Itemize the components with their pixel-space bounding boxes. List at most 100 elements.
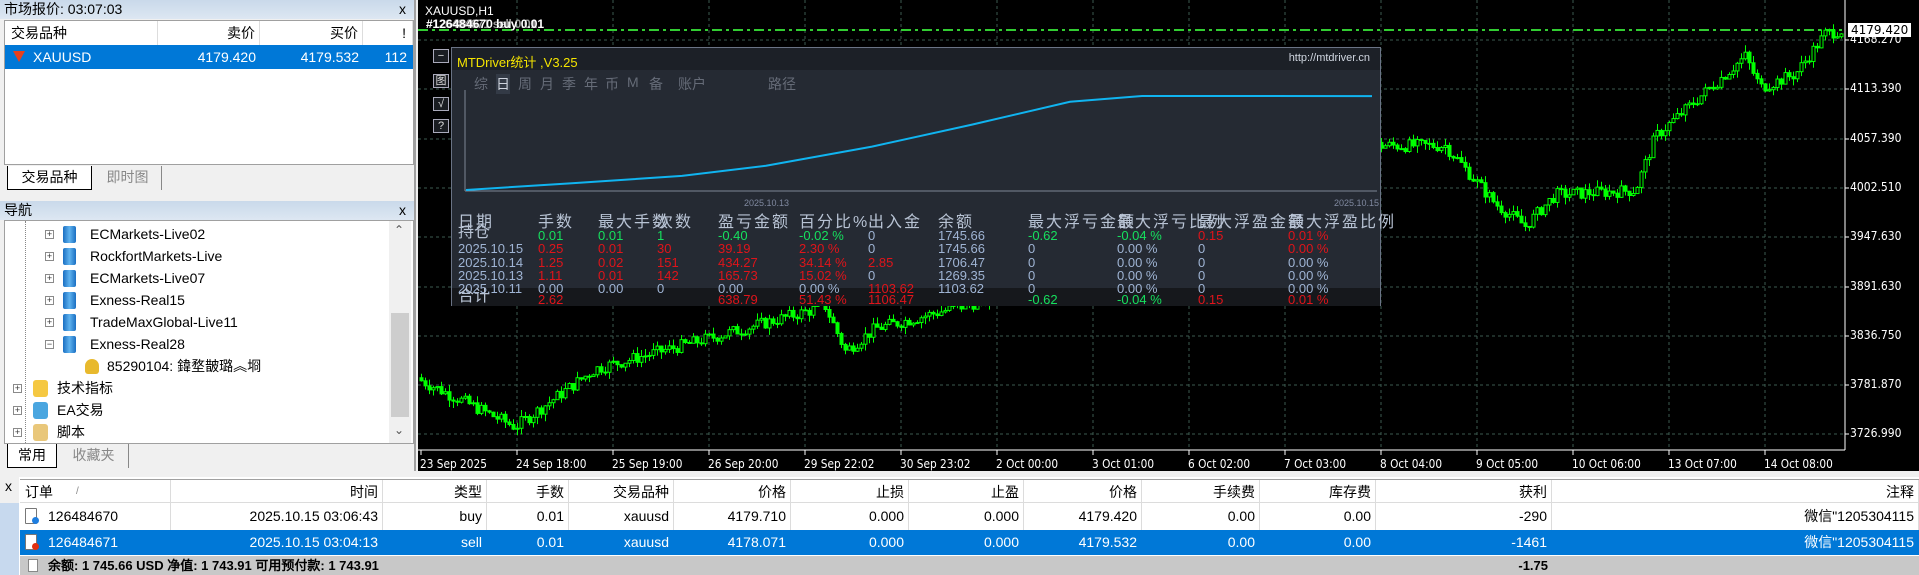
col-bid[interactable]: 卖价 — [158, 21, 260, 45]
server-name: ECMarkets-Live07 — [90, 270, 206, 286]
close-icon[interactable]: x — [5, 478, 12, 494]
candle-body — [451, 399, 456, 402]
candle-body — [559, 390, 564, 399]
market-watch-row[interactable]: XAUUSD 4179.420 4179.532 112 — [5, 45, 413, 69]
server-name: Exness-Real28 — [90, 336, 185, 352]
candle-body — [767, 318, 772, 329]
chart-toggle-button[interactable]: 图 — [433, 74, 449, 88]
candle-body — [607, 361, 612, 373]
candle-body — [875, 323, 880, 328]
column-header-9[interactable]: 手续费 — [1142, 480, 1260, 504]
expand-icon[interactable]: + — [13, 384, 22, 393]
panel-url[interactable]: http://mtdriver.cn — [1289, 52, 1370, 64]
candle-body — [1583, 189, 1588, 199]
expand-icon[interactable]: + — [45, 274, 54, 283]
candle-body — [735, 326, 740, 335]
expand-icon[interactable]: + — [45, 318, 54, 327]
candle-body — [1735, 62, 1740, 72]
stats-cell: 0 — [1028, 241, 1036, 257]
candle-body — [803, 309, 808, 312]
candle-body — [599, 366, 604, 373]
server-icon — [63, 314, 76, 331]
candle-body — [615, 360, 620, 366]
help-button[interactable]: ? — [433, 119, 449, 133]
candle-body — [563, 388, 568, 399]
equity-curve — [464, 90, 1377, 192]
candle-body — [1435, 146, 1440, 152]
column-header-0[interactable]: 订单 — [20, 480, 171, 504]
candle-body — [499, 413, 504, 420]
column-header-8[interactable]: 价格 — [1024, 480, 1142, 504]
scrollbar[interactable]: ⌃ ⌄ — [389, 221, 411, 443]
candle-body — [455, 400, 460, 403]
candle-body — [427, 385, 432, 391]
candle-body — [1483, 182, 1488, 198]
stats-cell: 0 — [868, 228, 876, 243]
time-axis-label: 24 Sep 18:00 — [516, 457, 587, 471]
expand-icon[interactable]: + — [45, 230, 54, 239]
scrollbar-thumb[interactable] — [391, 313, 409, 417]
candle-body — [683, 339, 688, 343]
column-header-2[interactable]: 类型 — [383, 480, 487, 504]
column-header-1[interactable]: 时间 — [171, 480, 383, 504]
candle-body — [1391, 141, 1396, 146]
candle-body — [443, 391, 448, 395]
tab-tick-chart[interactable]: 即时图 — [94, 166, 162, 190]
candle-body — [1691, 102, 1696, 105]
column-header-4[interactable]: 交易品种 — [569, 480, 674, 504]
column-header-7[interactable]: 止盈 — [909, 480, 1024, 504]
column-header-6[interactable]: 止损 — [791, 480, 909, 504]
candle-body — [1587, 189, 1592, 196]
expand-icon[interactable]: + — [45, 296, 54, 305]
expand-icon[interactable]: − — [45, 340, 54, 349]
stats-cell: 0.01 — [598, 228, 624, 243]
panel-titlebar: MTDriver统计 ,V3.25 http://mtdriver.cn — [452, 48, 1380, 70]
scroll-down-icon[interactable]: ⌄ — [394, 423, 404, 437]
tab-symbols[interactable]: 交易品种 — [7, 166, 92, 190]
column-header-3[interactable]: 手数 — [487, 480, 569, 504]
candle-body — [1387, 141, 1392, 147]
col-symbol[interactable]: 交易品种 — [5, 21, 158, 45]
candle-body — [1643, 159, 1648, 173]
order-row[interactable]: 126484670 2025.10.15 03:06:43 buy 0.01 xauus… — [20, 504, 1919, 529]
order-cell: 2025.10.15 03:06:43 — [249, 508, 378, 524]
panel-tab[interactable]: M — [627, 74, 639, 90]
close-icon[interactable]: x — [399, 201, 406, 219]
candle-body — [791, 309, 796, 318]
col-ask[interactable]: 买价 — [260, 21, 363, 45]
expand-icon[interactable]: + — [45, 252, 54, 261]
server-name: ECMarkets-Live02 — [90, 226, 206, 242]
column-header-10[interactable]: 库存费 — [1260, 480, 1376, 504]
candle-body — [1531, 213, 1536, 228]
time-axis-label: 3 Oct 01:00 — [1092, 457, 1155, 471]
column-header-12[interactable]: 注释 — [1552, 480, 1919, 504]
chart-title: XAUUSD,H1 — [425, 4, 494, 18]
candle-body — [1819, 35, 1824, 49]
expand-icon[interactable]: + — [13, 406, 22, 415]
candle-body — [671, 345, 676, 350]
tab-common[interactable]: 常用 — [7, 444, 57, 468]
minimize-button[interactable]: − — [433, 49, 449, 63]
candle-body — [691, 336, 696, 344]
stats-cell: 0.00 % — [1117, 241, 1158, 257]
candle-body — [535, 407, 540, 418]
candle-body — [1419, 138, 1424, 141]
time-axis-label: 29 Sep 22:02 — [804, 457, 875, 471]
column-header-11[interactable]: 获利 — [1376, 480, 1552, 504]
candle-body — [647, 354, 652, 357]
col-spread[interactable]: ! — [363, 21, 413, 45]
candle-body — [915, 322, 920, 325]
check-button[interactable]: √ — [433, 97, 449, 111]
close-icon[interactable]: x — [399, 0, 406, 18]
stats-cell: 15.02 % — [799, 267, 847, 283]
candle-body — [1487, 192, 1492, 198]
candle-body — [419, 377, 424, 382]
scroll-up-icon[interactable]: ⌃ — [394, 223, 404, 237]
column-header-5[interactable]: 价格 — [674, 480, 791, 504]
expand-icon[interactable]: + — [13, 428, 22, 437]
order-row[interactable]: 126484671 2025.10.15 03:04:13 sell 0.01 xauu… — [20, 530, 1919, 555]
candle-body — [675, 348, 680, 353]
candle-body — [931, 311, 936, 315]
tab-favorites[interactable]: 收藏夹 — [59, 444, 129, 468]
server-icon — [63, 248, 76, 265]
